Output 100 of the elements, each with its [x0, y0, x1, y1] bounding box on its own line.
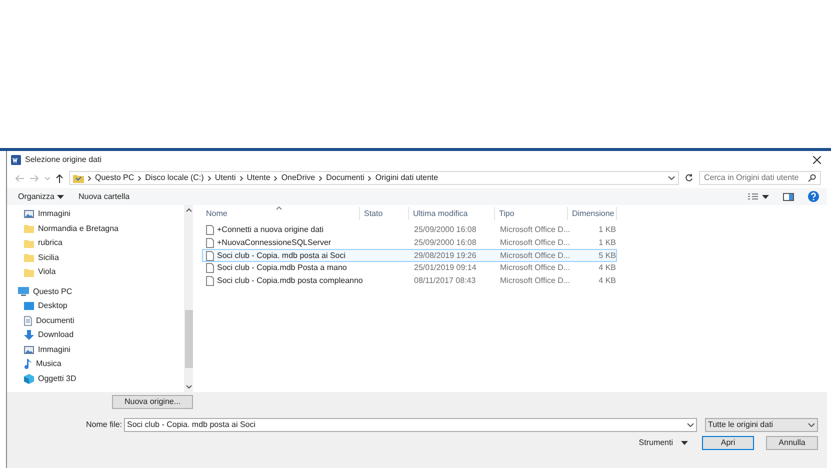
file-size: 1 KB — [598, 224, 616, 236]
breadcrumb-item[interactable]: OneDrive — [281, 172, 316, 184]
breadcrumb-chevron-icon — [208, 176, 211, 180]
file-row[interactable]: +NuovaConnessioneSQLServer 25/09/2000 16:08 Microsoft Office D... 1 KB — [202, 236, 617, 250]
sidebar-item[interactable]: Sicilia — [7, 250, 184, 265]
dropdown-chevron-icon — [687, 423, 694, 427]
app-logo-icon — [11, 154, 21, 164]
filename-label: Nome file: — [85, 419, 122, 431]
sidebar-item[interactable]: Immagini — [7, 342, 184, 357]
breadcrumb-chevron-icon — [240, 176, 243, 180]
file-row[interactable]: Soci club - Copia. mdb posta ai Soci 29/08/2019 19:26 Microsoft Office D... 5 KB — [202, 249, 617, 262]
breadcrumb-chevron-icon — [368, 176, 372, 180]
pictures-icon — [24, 346, 34, 354]
file-type: Microsoft Office D... — [499, 224, 569, 236]
column-header[interactable]: Nome — [202, 207, 360, 220]
breadcrumb-item[interactable]: Utente — [246, 172, 270, 184]
caret-icon — [762, 194, 769, 198]
breadcrumb-chevron-icon — [319, 176, 322, 180]
file-icon — [206, 238, 214, 248]
folder-icon — [73, 174, 84, 182]
breadcrumb-chevron-icon — [274, 176, 278, 180]
scrollbar-thumb[interactable] — [184, 310, 192, 368]
dropdown-chevron-icon — [808, 423, 815, 427]
file-size: 1 KB — [598, 237, 616, 250]
download-arrow-icon — [24, 330, 34, 340]
file-row[interactable]: Soci club - Copia.mdb Posta a mano 25/01/2019 09:14 Microsoft Office D... 4 KB — [202, 262, 617, 275]
search-icon — [808, 174, 816, 182]
file-icon — [206, 225, 214, 236]
file-type: Microsoft Office D... — [499, 275, 569, 288]
file-size: 4 KB — [598, 262, 616, 274]
file-name: Soci club - Copia. mdb posta ai Soci — [217, 250, 346, 262]
desktop-icon — [24, 302, 34, 310]
breadcrumb-chevron-icon — [138, 176, 142, 180]
pictures-icon — [24, 210, 34, 218]
organize-button[interactable]: Organizza — [18, 190, 64, 202]
view-options-button[interactable] — [748, 193, 769, 200]
file-size: 5 KB — [598, 250, 616, 262]
scroll-down-icon[interactable] — [186, 385, 192, 389]
sidebar-item[interactable]: Viola — [7, 265, 184, 280]
file-row[interactable]: +Connetti a nuova origine dati 25/09/2000 16:08 Microsoft Office D... 1 KB — [202, 224, 617, 237]
file-size: 4 KB — [598, 275, 616, 288]
sidebar-item[interactable]: Musica — [7, 357, 184, 372]
column-header[interactable]: Tipo — [495, 207, 568, 220]
caret-icon — [681, 441, 688, 445]
sidebar-item[interactable]: Desktop — [7, 299, 184, 314]
modified-date: 08/11/2017 08:43 — [413, 275, 477, 288]
preview-pane-icon[interactable] — [783, 192, 794, 200]
refresh-icon[interactable] — [685, 174, 693, 182]
up-arrow-icon[interactable] — [56, 174, 63, 182]
column-header[interactable]: Dimensione — [568, 207, 617, 220]
file-name: Soci club - Copia.mdb Posta a mano — [217, 262, 347, 274]
file-type: Microsoft Office D... — [499, 262, 569, 274]
scroll-up-icon[interactable] — [186, 208, 192, 212]
file-type: Microsoft Office D... — [499, 250, 569, 262]
breadcrumb-item[interactable]: Documenti — [326, 172, 364, 184]
modified-date: 25/09/2000 16:08 — [413, 224, 478, 236]
file-row[interactable]: Soci club - Copia.mdb posta compleanno 08/11/2017 08:43 Microsoft Office D... 4 KB — [202, 274, 617, 288]
computer-icon — [18, 287, 29, 296]
breadcrumb-item[interactable]: Disco locale (C:) — [145, 172, 204, 184]
help-icon[interactable] — [808, 191, 819, 202]
new-folder-button[interactable]: Nuova cartella — [78, 190, 130, 202]
sidebar-item[interactable]: Oggetti 3D — [7, 372, 184, 386]
file-name: +Connetti a nuova origine dati — [217, 224, 324, 236]
music-note-icon — [24, 359, 32, 370]
column-header[interactable]: Ultima modifica — [409, 207, 495, 220]
file-icon — [206, 263, 214, 274]
sidebar-item[interactable]: rubrica — [7, 236, 184, 250]
tools-button[interactable]: Strumenti — [638, 437, 688, 449]
sidebar-item[interactable]: Download — [7, 328, 184, 342]
scrollbar[interactable] — [184, 205, 193, 392]
file-name: Soci club - Copia.mdb posta compleanno — [217, 275, 363, 288]
sidebar-item[interactable]: Documenti — [7, 314, 184, 328]
cube-icon — [24, 374, 34, 384]
modified-date: 25/09/2000 16:08 — [413, 237, 478, 250]
file-type: Microsoft Office D... — [499, 237, 569, 250]
new-source-button[interactable]: Nuova origine... — [112, 395, 193, 409]
sidebar-item[interactable]: Normandia e Bretagna — [7, 222, 184, 236]
caret-icon — [57, 194, 64, 198]
sidebar-item[interactable]: Immagini — [7, 207, 184, 222]
document-icon — [24, 316, 32, 326]
sidebar-item[interactable]: Questo PC — [7, 284, 184, 299]
filename-field[interactable]: Soci club - Copia. mdb posta ai Soci — [124, 418, 697, 432]
dropdown-chevron-icon — [668, 176, 675, 180]
breadcrumb-item[interactable]: Questo PC — [95, 172, 134, 184]
search-field[interactable]: Cerca in Origini dati utente — [699, 171, 821, 185]
open-button[interactable]: Apri — [702, 436, 754, 450]
window-title: Selezione origine dati — [25, 154, 102, 166]
breadcrumb-chevron-icon — [88, 176, 91, 180]
address-bar[interactable]: Questo PC Disco locale (C:) Utenti Utente OneDrive Documenti Origini dati utente — [69, 171, 679, 185]
modified-date: 25/01/2019 09:14 — [413, 262, 478, 274]
breadcrumb-item[interactable]: Origini dati utente — [375, 172, 438, 184]
breadcrumb-item[interactable]: Utenti — [214, 172, 236, 184]
cancel-button[interactable]: Annulla — [766, 436, 818, 450]
column-header[interactable]: Stato — [360, 207, 409, 220]
file-type-dropdown[interactable]: Tutte le origini dati — [705, 418, 818, 432]
file-icon — [206, 276, 214, 286]
close-icon[interactable] — [813, 156, 821, 164]
view-list-icon — [748, 193, 758, 200]
modified-date: 29/08/2019 19:26 — [413, 250, 478, 262]
file-name: +NuovaConnessioneSQLServer — [217, 237, 332, 250]
